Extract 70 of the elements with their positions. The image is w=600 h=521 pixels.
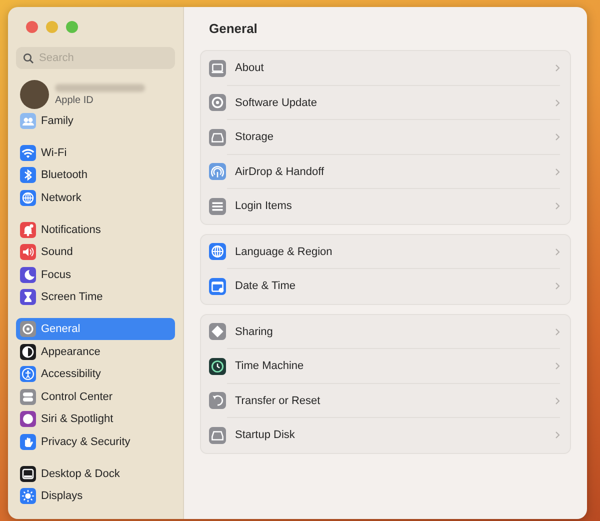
sidebar-item[interactable]: General — [16, 318, 175, 340]
sun-icon — [20, 488, 36, 504]
sidebar-item[interactable]: Bluetooth — [16, 164, 175, 187]
speaker-icon — [20, 244, 36, 260]
hourglass-icon — [20, 289, 36, 306]
sidebar-item[interactable]: Notifications — [16, 218, 175, 241]
sidebar-item[interactable]: Displays — [16, 484, 175, 508]
dock-icon — [20, 466, 36, 482]
drive-icon — [209, 426, 226, 444]
minimize-button[interactable] — [46, 21, 58, 33]
chevron-icon — [555, 396, 560, 405]
gear-icon — [209, 94, 226, 112]
bell-icon — [20, 222, 36, 238]
chevron-icon — [555, 362, 560, 370]
clock-icon — [209, 358, 226, 375]
half-circle-icon — [20, 344, 36, 360]
sidebar-item[interactable]: Desktop & Dock — [16, 462, 175, 485]
accessibility-icon — [20, 366, 36, 382]
settings-row[interactable]: Login Items — [201, 189, 570, 224]
settings-row[interactable]: About — [201, 51, 570, 86]
account-label[interactable]: Apple ID — [55, 94, 145, 106]
pane-title: General — [209, 21, 258, 37]
sidebar-item[interactable]: Appearance — [16, 340, 175, 363]
family-icon — [20, 113, 36, 130]
gear-icon — [20, 321, 36, 338]
avatar[interactable] — [20, 80, 49, 109]
settings-row[interactable]: Sharing — [201, 314, 570, 349]
sidebar-item[interactable]: Family — [16, 110, 175, 133]
chevron-icon — [555, 282, 560, 290]
sidebar-item[interactable]: Sound — [16, 240, 175, 264]
sidebar-item[interactable]: Control Center — [16, 386, 175, 408]
settings-row[interactable]: AirDrop & Handoff — [201, 154, 570, 189]
globe-icon — [20, 190, 36, 206]
hand-icon — [20, 434, 36, 450]
sidebar-item[interactable]: Accessibility — [16, 362, 175, 386]
sidebar-item[interactable]: Network — [16, 186, 175, 210]
settings-row[interactable]: Software Update — [201, 86, 570, 120]
globe-icon — [209, 243, 226, 260]
chevron-icon — [555, 98, 560, 107]
chevron-icon — [555, 64, 560, 72]
bluetooth-icon — [20, 167, 36, 184]
list-icon — [209, 198, 226, 215]
sidebar-item[interactable]: Wi-Fi — [16, 142, 175, 164]
sidebar-item[interactable]: Siri & Spotlight — [16, 408, 175, 431]
sidebar-item[interactable]: Privacy & Security — [16, 430, 175, 454]
chevron-icon — [555, 248, 560, 256]
settings-row[interactable]: Storage — [201, 120, 570, 154]
orb-icon — [20, 411, 36, 428]
wifi-icon — [20, 144, 36, 161]
chevron-icon — [555, 133, 560, 142]
chevron-icon — [555, 202, 560, 210]
toggles-icon — [20, 388, 36, 405]
laptop-icon — [209, 60, 226, 77]
settings-row[interactable]: Transfer or Reset — [201, 384, 570, 418]
settings-row[interactable]: Startup Disk — [201, 418, 570, 452]
chevron-icon — [555, 328, 560, 336]
settings-row[interactable]: Language & Region — [201, 234, 570, 269]
sidebar-item[interactable]: Focus — [16, 264, 175, 286]
drive-icon — [209, 128, 226, 146]
chevron-icon — [555, 168, 560, 176]
calendar-icon — [209, 278, 226, 295]
settings-row[interactable]: Date & Time — [201, 269, 570, 304]
settings-row[interactable]: Time Machine — [201, 349, 570, 384]
waves-icon — [209, 163, 226, 180]
moon-icon — [20, 266, 36, 283]
sidebar-item[interactable]: Screen Time — [16, 286, 175, 309]
diamond-icon — [209, 323, 226, 340]
chevron-icon — [555, 431, 560, 440]
zoom-button[interactable] — [66, 21, 78, 33]
close-button[interactable] — [26, 21, 38, 33]
